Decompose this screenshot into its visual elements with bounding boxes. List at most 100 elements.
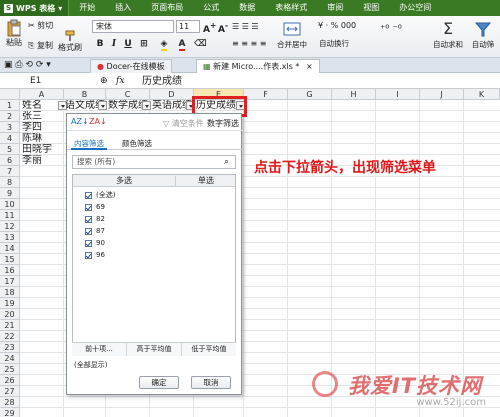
tab-color-filter[interactable]: 颜色筛选 xyxy=(119,138,155,150)
filter-item-69[interactable]: 69 xyxy=(85,202,105,212)
checkbox-checked-icon[interactable] xyxy=(85,239,92,247)
column-header-b[interactable]: B xyxy=(64,89,106,100)
column-header-j[interactable]: J xyxy=(420,89,464,100)
underline-button[interactable]: U xyxy=(122,38,134,50)
cell-a2[interactable]: 张三 xyxy=(22,111,42,122)
wps-app-button[interactable]: S WPS 表格 ▾ xyxy=(0,0,70,16)
menu-insert[interactable]: 插入 xyxy=(105,0,141,16)
align-horizontal-group[interactable]: ≡ ≡ ≡ ≡ xyxy=(232,39,266,48)
cell-a3[interactable]: 李四 xyxy=(22,122,42,133)
row-header[interactable]: 6 xyxy=(0,155,20,166)
formula-input[interactable]: 历史成绩 xyxy=(142,74,182,89)
fx-icon[interactable]: fx xyxy=(116,74,124,89)
row-header[interactable]: 21 xyxy=(0,320,20,331)
font-size-select[interactable]: 11 xyxy=(176,20,200,33)
row-header[interactable]: 16 xyxy=(0,265,20,276)
top-ten-button[interactable]: 前十项... xyxy=(72,343,127,356)
row-header[interactable]: 9 xyxy=(0,188,20,199)
row-header[interactable]: 28 xyxy=(0,397,20,408)
checkbox-checked-icon[interactable] xyxy=(85,191,92,199)
cell-a1[interactable]: 姓名 xyxy=(22,100,67,111)
checkbox-checked-icon[interactable] xyxy=(85,215,92,223)
number-filter-button[interactable]: 数字筛选 xyxy=(207,118,239,129)
row-header[interactable]: 18 xyxy=(0,287,20,298)
menu-home[interactable]: 开始 xyxy=(69,0,105,16)
row-header[interactable]: 11 xyxy=(0,210,20,221)
menu-table-style[interactable]: 表格样式 xyxy=(265,0,317,16)
filter-item-90[interactable]: 90 xyxy=(85,238,105,248)
align-top-group[interactable]: ☰ ☰ ☰ xyxy=(232,22,259,31)
row-header[interactable]: 8 xyxy=(0,177,20,188)
cell-a4[interactable]: 陈琳 xyxy=(22,133,42,144)
row-header[interactable]: 15 xyxy=(0,254,20,265)
cut-button[interactable]: ✂ 剪切 xyxy=(28,20,53,31)
column-header-h[interactable]: H xyxy=(332,89,376,100)
row-header[interactable]: 5 xyxy=(0,144,20,155)
clear-format-button[interactable]: ⌫ xyxy=(194,38,207,50)
menu-data[interactable]: 数据 xyxy=(229,0,265,16)
borders-button[interactable]: ⊞ xyxy=(138,38,150,50)
filter-item-96[interactable]: 96 xyxy=(85,250,105,260)
decimal-buttons[interactable]: ⁺⁰ ⁻⁰ xyxy=(380,24,402,35)
bold-button[interactable]: B xyxy=(94,38,106,50)
close-icon[interactable]: × xyxy=(306,62,313,71)
menu-review[interactable]: 审阅 xyxy=(317,0,353,16)
menu-view[interactable]: 视图 xyxy=(353,0,389,16)
column-header-c[interactable]: C xyxy=(106,89,150,100)
search-icon[interactable]: ⌕ xyxy=(224,157,229,167)
row-header[interactable]: 17 xyxy=(0,276,20,287)
wrap-text-button[interactable]: 自动换行 xyxy=(312,30,356,56)
row-header[interactable]: 4 xyxy=(0,133,20,144)
italic-button[interactable]: I xyxy=(108,38,120,50)
shrink-font-button[interactable]: A- xyxy=(218,21,228,35)
menu-formula[interactable]: 公式 xyxy=(193,0,229,16)
row-header[interactable]: 26 xyxy=(0,375,20,386)
tab-workbook[interactable]: ▦ 新建 Micro....作表.xls * × xyxy=(196,59,320,73)
column-header-g[interactable]: G xyxy=(288,89,332,100)
row-header[interactable]: 13 xyxy=(0,232,20,243)
row-header[interactable]: 14 xyxy=(0,243,20,254)
row-header[interactable]: 12 xyxy=(0,221,20,232)
filter-item-82[interactable]: 82 xyxy=(85,214,105,224)
tab-docer[interactable]: ● Docer-在线模板 xyxy=(90,59,172,73)
filter-item-select-all[interactable]: (全选) xyxy=(85,190,115,200)
copy-button[interactable]: ⎘ 复制 xyxy=(28,40,53,51)
row-header[interactable]: 29 xyxy=(0,408,20,417)
row-header[interactable]: 23 xyxy=(0,342,20,353)
row-header[interactable]: 20 xyxy=(0,309,20,320)
row-header[interactable]: 3 xyxy=(0,122,20,133)
row-header[interactable]: 2 xyxy=(0,111,20,122)
multi-select-header[interactable]: 多选 xyxy=(73,176,176,186)
tab-content-filter[interactable]: 内容筛选 xyxy=(71,138,107,150)
column-header-i[interactable]: I xyxy=(376,89,420,100)
sort-descending-button[interactable]: ZA↓ xyxy=(89,117,107,126)
column-header-a[interactable]: A xyxy=(20,89,64,100)
paste-button[interactable]: 粘贴 xyxy=(4,19,24,48)
font-color-button[interactable]: A xyxy=(176,38,188,51)
autosum-button[interactable]: Σ 自动求和 xyxy=(426,18,470,56)
clear-condition-button[interactable]: ▽ 清空条件 xyxy=(163,118,204,129)
filter-item-87[interactable]: 87 xyxy=(85,226,105,236)
select-all-corner[interactable] xyxy=(0,89,20,100)
checkbox-checked-icon[interactable] xyxy=(85,227,92,235)
row-header[interactable]: 25 xyxy=(0,364,20,375)
column-header-d[interactable]: D xyxy=(150,89,194,100)
font-name-select[interactable]: 宋体 xyxy=(92,20,174,33)
checkbox-checked-icon[interactable] xyxy=(85,251,92,259)
cell-a6[interactable]: 李丽 xyxy=(22,155,42,166)
below-average-button[interactable]: 低于平均值 xyxy=(182,343,236,356)
sort-ascending-button[interactable]: AZ↓ xyxy=(71,117,89,126)
merge-center-button[interactable]: 合并居中 xyxy=(270,18,314,56)
above-average-button[interactable]: 高于平均值 xyxy=(127,343,182,356)
number-format-group[interactable]: ¥ · % 000 xyxy=(318,21,356,30)
auto-filter-button[interactable]: 自动筛 xyxy=(466,18,500,56)
zoom-icon[interactable]: ⊕ xyxy=(100,76,108,86)
row-header[interactable]: 19 xyxy=(0,298,20,309)
fill-color-button[interactable]: ◈ xyxy=(158,38,170,51)
filter-dropdown-arrow-c[interactable] xyxy=(141,100,151,111)
row-header[interactable]: 10 xyxy=(0,199,20,210)
quick-access-icons[interactable]: ▣ ⎙ ⟲ ⟳ ▾ xyxy=(4,60,51,70)
row-header[interactable]: 27 xyxy=(0,386,20,397)
filter-search-input[interactable]: 搜索 (所有) xyxy=(72,155,236,169)
column-header-k[interactable]: K xyxy=(464,89,500,100)
